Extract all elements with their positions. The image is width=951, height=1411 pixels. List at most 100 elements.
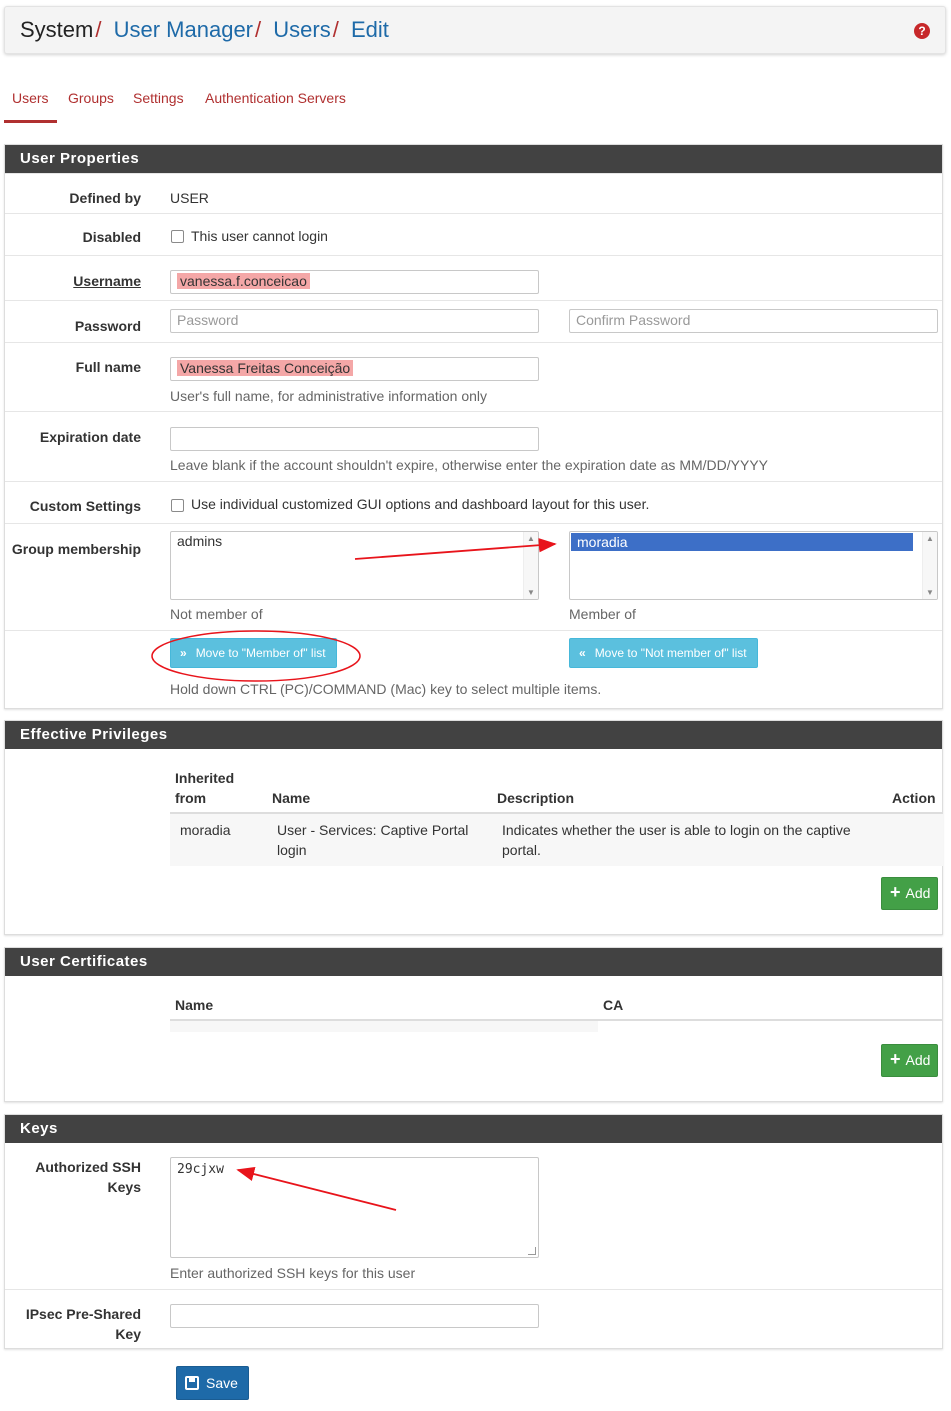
ipsec-key-label: IPsec Pre-Shared Key [5, 1304, 141, 1344]
ssh-keys-label-line2: Keys [107, 1179, 141, 1195]
breadcrumb-user-manager[interactable]: User Manager [114, 17, 253, 42]
password-row: Password Password Confirm Password [5, 300, 942, 342]
panel-title: User Properties [5, 145, 942, 173]
expiration-help: Leave blank if the account shouldn't exp… [170, 457, 769, 473]
page-header: System/ User Manager/ Users/ Edit ? [4, 6, 946, 54]
save-label: Save [206, 1375, 238, 1391]
resize-grip-icon[interactable] [528, 1247, 536, 1255]
member-of-list[interactable]: moradia ▲ ▼ [569, 531, 938, 600]
breadcrumb-users[interactable]: Users [273, 17, 330, 42]
move-to-member-label: Move to "Member of" list [195, 646, 326, 660]
col-inherited-from: Inherited from [175, 768, 234, 808]
col-description: Description [497, 790, 575, 806]
question-circle-icon[interactable]: ? [914, 23, 930, 39]
disabled-checkbox[interactable] [171, 230, 184, 243]
ipsec-key-label-line1: IPsec Pre-Shared [25, 1306, 141, 1322]
multi-select-help: Hold down CTRL (PC)/COMMAND (Mac) key to… [170, 681, 602, 697]
confirm-password-input[interactable]: Confirm Password [569, 309, 938, 333]
full-name-input[interactable]: Vanessa Freitas Conceição [170, 357, 539, 381]
col-action: Action [892, 790, 936, 806]
username-label: Username [73, 273, 141, 289]
keys-panel: Keys Authorized SSH Keys 29cjxw Enter aut… [4, 1114, 943, 1349]
move-to-not-member-button[interactable]: « Move to "Not member of" list [569, 638, 758, 668]
username-input[interactable]: vanessa.f.conceicao [170, 270, 539, 294]
ssh-keys-textarea[interactable]: 29cjxw [170, 1157, 539, 1258]
breadcrumb-edit[interactable]: Edit [351, 17, 389, 42]
custom-settings-checkbox[interactable] [171, 499, 184, 512]
tab-authentication-servers[interactable]: Authentication Servers [205, 84, 346, 106]
full-name-help: User's full name, for administrative inf… [170, 388, 488, 404]
expiration-input[interactable] [170, 427, 539, 451]
ssh-keys-row: Authorized SSH Keys 29cjxw Enter authoriz… [5, 1143, 942, 1289]
panel-title: Effective Privileges [5, 721, 942, 749]
password-input[interactable]: Password [170, 309, 539, 333]
ipsec-key-input[interactable] [170, 1304, 539, 1328]
add-certificate-label: Add [905, 1052, 931, 1068]
table-row [170, 1021, 598, 1032]
plus-icon: + [890, 882, 901, 902]
full-name-row: Full name Vanessa Freitas Conceição User… [5, 342, 942, 411]
disabled-text: This user cannot login [191, 228, 328, 244]
add-certificate-button[interactable]: + Add [881, 1044, 938, 1077]
save-button[interactable]: Save [176, 1366, 249, 1400]
custom-settings-text: Use individual customized GUI options an… [191, 496, 650, 512]
row-description: Indicates whether the user is able to lo… [502, 820, 851, 860]
ipsec-key-row: IPsec Pre-Shared Key [5, 1289, 942, 1349]
custom-settings-row: Custom Settings Use individual customize… [5, 481, 942, 523]
col-cert-ca: CA [603, 997, 624, 1013]
tab-groups[interactable]: Groups [68, 84, 114, 106]
breadcrumb-separator: / [95, 17, 102, 42]
ssh-keys-label-line1: Authorized SSH [35, 1159, 141, 1175]
move-buttons-row: » Move to "Member of" list « Move to "Not … [5, 630, 942, 705]
breadcrumb-separator: / [255, 17, 262, 42]
not-member-of-list[interactable]: admins ▲ ▼ [170, 531, 539, 600]
expiration-label: Expiration date [39, 429, 141, 445]
ssh-keys-label: Authorized SSH Keys [5, 1157, 141, 1197]
row-name-line2: login [277, 842, 307, 858]
row-desc-line1: Indicates whether the user is able to lo… [502, 822, 851, 838]
list-item-selected[interactable]: moradia [571, 533, 913, 551]
add-privilege-label: Add [905, 885, 931, 901]
username-row: Username vanessa.f.conceicao [5, 255, 942, 300]
scrollbar[interactable]: ▲ ▼ [523, 532, 538, 599]
plus-icon: + [890, 1049, 901, 1069]
group-membership-row: Group membership admins ▲ ▼ moradia ▲ ▼ No… [5, 523, 942, 630]
panel-title: Keys [5, 1115, 942, 1143]
col-inherited-line2: from [175, 790, 207, 806]
group-membership-label: Group membership [11, 541, 141, 557]
row-inherited: moradia [180, 822, 231, 838]
custom-settings-label: Custom Settings [29, 498, 141, 514]
scrollbar[interactable]: ▲ ▼ [922, 532, 937, 599]
member-caption: Member of [569, 606, 636, 622]
double-chevron-right-icon: » [180, 646, 187, 660]
tab-settings[interactable]: Settings [133, 84, 184, 106]
table-row: moradia User - Services: Captive Portal l… [170, 814, 943, 866]
row-name: User - Services: Captive Portal login [277, 820, 468, 860]
move-to-member-button[interactable]: » Move to "Member of" list [170, 638, 337, 668]
add-privilege-button[interactable]: + Add [881, 877, 938, 910]
defined-by-label: Defined by [69, 190, 141, 206]
password-label: Password [74, 318, 141, 334]
ssh-keys-help: Enter authorized SSH keys for this user [170, 1265, 416, 1281]
defined-by-row: Defined by USER [5, 173, 942, 213]
tab-users[interactable]: Users [4, 84, 57, 123]
col-cert-name: Name [175, 997, 214, 1013]
list-item[interactable]: admins [171, 532, 538, 550]
save-icon [185, 1376, 199, 1390]
row-desc-line2: portal. [502, 842, 541, 858]
confirm-password-placeholder: Confirm Password [576, 312, 691, 328]
breadcrumb-separator: / [332, 17, 339, 42]
move-to-not-member-label: Move to "Not member of" list [594, 646, 747, 660]
disabled-label: Disabled [82, 229, 141, 245]
double-chevron-left-icon: « [579, 646, 586, 660]
breadcrumb-system: System [20, 17, 94, 42]
full-name-value: Vanessa Freitas Conceição [177, 360, 354, 376]
disabled-row: Disabled This user cannot login [5, 213, 942, 255]
username-value: vanessa.f.conceicao [177, 273, 310, 289]
panel-title: User Certificates [5, 948, 942, 976]
row-name-line1: User - Services: Captive Portal [277, 822, 469, 838]
col-inherited-line1: Inherited [175, 770, 235, 786]
user-properties-panel: User Properties Defined by USER Disabled… [4, 144, 943, 709]
effective-privileges-panel: Effective Privileges Inherited from Name … [4, 720, 943, 935]
full-name-label: Full name [75, 359, 141, 375]
